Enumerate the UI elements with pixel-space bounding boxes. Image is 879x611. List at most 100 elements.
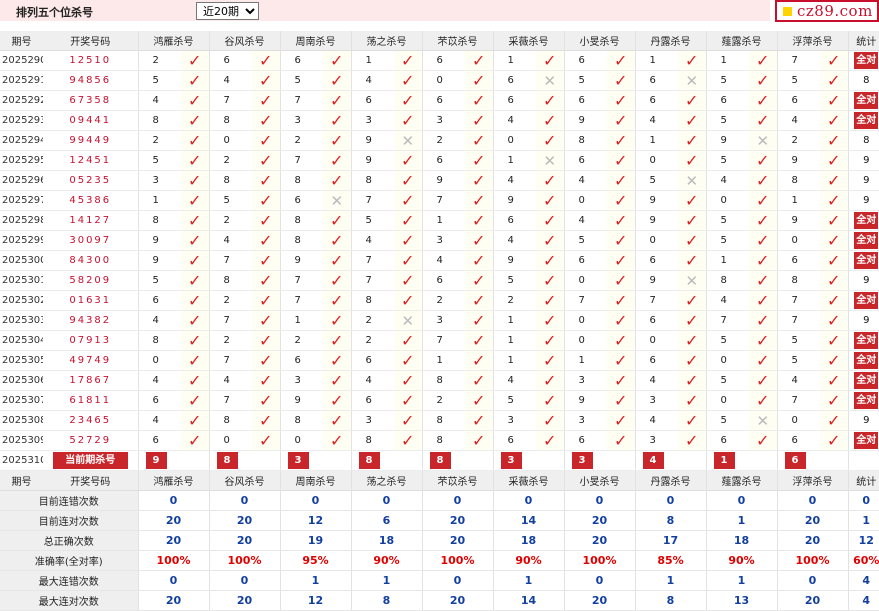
check-icon: ✓ [188, 410, 202, 430]
result-mark-cell: ✓ [536, 390, 564, 411]
check-icon: ✓ [685, 410, 699, 430]
check-icon: ✓ [827, 310, 841, 330]
stat-cell: 全对 [847, 50, 879, 71]
result-mark-cell: ✓ [678, 430, 706, 451]
check-icon: ✓ [401, 350, 415, 370]
kill-number-cell: 1 [421, 350, 465, 371]
kill-number-cell: 4 [137, 370, 181, 391]
result-mark-cell: ✓ [181, 170, 209, 191]
current-kill-number: 3 [571, 452, 593, 469]
summary-value: 90% [705, 550, 777, 571]
check-icon: ✓ [543, 370, 557, 390]
stat-cell: 9 [847, 170, 879, 191]
check-icon: ✓ [543, 430, 557, 450]
check-icon: ✓ [543, 270, 557, 290]
result-mark-cell: ✓ [749, 70, 777, 91]
kill-number-cell: 1 [776, 190, 820, 211]
summary-stat-value: 0 [847, 490, 879, 511]
current-kill-cell: 9 [137, 450, 181, 471]
kill-number-cell: 5 [705, 110, 749, 131]
all-correct-badge: 全对 [854, 432, 879, 449]
kill-number-cell: 2 [421, 130, 465, 151]
kill-number-cell: 4 [563, 170, 607, 191]
kill-number-cell: 4 [776, 370, 820, 391]
period-range-select[interactable]: 近20期 [196, 2, 259, 20]
kill-number-cell: 3 [492, 410, 536, 431]
draw-number-cell: 58209 [43, 270, 138, 291]
summary-value: 18 [705, 530, 777, 551]
check-icon: ✓ [543, 390, 557, 410]
stat-cell: 全对 [847, 210, 879, 231]
result-mark-cell: ✓ [181, 70, 209, 91]
result-mark-cell: ✓ [749, 330, 777, 351]
check-icon: ✓ [259, 70, 273, 90]
summary-value: 18 [492, 530, 564, 551]
all-correct-badge: 全对 [854, 92, 879, 109]
result-mark-cell: ✓ [749, 350, 777, 371]
kill-number-cell: 4 [208, 230, 252, 251]
table-row: 2025302 01631 6 ✓ 2 ✓ 7 ✓ 8 ✓ 2 ✓ 2 ✓ 7 ✓ 7 ✓ 4 ✓ 7 ✓ 全对 [0, 290, 879, 311]
draw-number-cell: 49749 [43, 350, 138, 371]
kill-number-cell: 3 [563, 410, 607, 431]
kill-number-cell: 8 [776, 170, 820, 191]
kill-number-cell: 6 [776, 250, 820, 271]
check-icon: ✓ [330, 310, 344, 330]
result-mark-cell: ✓ [678, 150, 706, 171]
check-icon: ✓ [401, 370, 415, 390]
col-header-expert: 采薇杀号 [492, 470, 564, 491]
check-icon: ✓ [259, 250, 273, 270]
kill-number-cell: 6 [705, 430, 749, 451]
kill-number-cell: 9 [634, 190, 678, 211]
result-mark-cell: ✓ [181, 50, 209, 71]
kill-number-cell: 5 [705, 230, 749, 251]
summary-stat-value: 12 [847, 530, 879, 551]
table-row: 2025306 17867 4 ✓ 4 ✓ 3 ✓ 4 ✓ 8 ✓ 4 ✓ 3 ✓ 4 ✓ 5 ✓ 4 ✓ 全对 [0, 370, 879, 391]
table-row: 2025300 84300 9 ✓ 7 ✓ 9 ✓ 7 ✓ 4 ✓ 9 ✓ 6 ✓ 6 ✓ 1 ✓ 6 ✓ 全对 [0, 250, 879, 271]
site-logo[interactable]: cz89.com [775, 0, 879, 22]
check-icon: ✓ [685, 250, 699, 270]
current-kill-number: 8 [429, 452, 451, 469]
table-row: 2025293 09441 8 ✓ 8 ✓ 3 ✓ 3 ✓ 3 ✓ 4 ✓ 9 ✓ 4 ✓ 5 ✓ 4 ✓ 全对 [0, 110, 879, 131]
result-mark-cell: ✓ [252, 390, 280, 411]
result-mark-cell: ✓ [323, 310, 351, 331]
kill-number-cell: 6 [137, 390, 181, 411]
kill-number-cell: 6 [350, 350, 394, 371]
result-mark-cell: ✓ [465, 370, 493, 391]
kill-number-cell: 7 [208, 250, 252, 271]
kill-number-cell: 1 [705, 50, 749, 71]
result-mark-cell: ✓ [465, 250, 493, 271]
summary-value: 0 [421, 490, 493, 511]
check-icon: ✓ [685, 230, 699, 250]
kill-number-cell: 0 [563, 270, 607, 291]
result-mark-cell: ✓ [465, 170, 493, 191]
kill-number-cell: 0 [705, 190, 749, 211]
summary-value: 20 [208, 510, 280, 531]
period-cell: 2025298 [0, 210, 43, 231]
kill-number-cell: 5 [492, 390, 536, 411]
result-mark-cell: ✓ [749, 190, 777, 211]
check-icon: ✓ [188, 350, 202, 370]
draw-number-cell: 94856 [43, 70, 138, 91]
kill-number-cell: 6 [492, 210, 536, 231]
summary-value: 1 [705, 570, 777, 591]
kill-number-cell: 6 [776, 90, 820, 111]
col-header-expert: 小旻杀号 [563, 31, 635, 51]
result-mark-cell: ✓ [820, 310, 848, 331]
kill-number-cell: 8 [421, 370, 465, 391]
summary-value: 8 [350, 590, 422, 611]
summary-value: 0 [137, 570, 209, 591]
kill-number-cell: 4 [208, 370, 252, 391]
kill-number-cell: 8 [137, 330, 181, 351]
result-mark-cell: ✓ [181, 290, 209, 311]
check-icon: ✓ [543, 110, 557, 130]
result-mark-cell: ✓ [536, 370, 564, 391]
summary-row: 目前连对次数 20 20 12 6 20 14 20 8 1 20 1 [0, 510, 879, 531]
check-icon: ✓ [685, 50, 699, 70]
current-kill-cell: 6 [776, 450, 820, 471]
check-icon: ✓ [188, 370, 202, 390]
kill-number-cell: 0 [279, 430, 323, 451]
stat-cell: 9 [847, 410, 879, 431]
result-mark-cell: ✓ [465, 50, 493, 71]
kill-number-cell: 5 [563, 70, 607, 91]
period-cell: 2025290 [0, 50, 43, 71]
